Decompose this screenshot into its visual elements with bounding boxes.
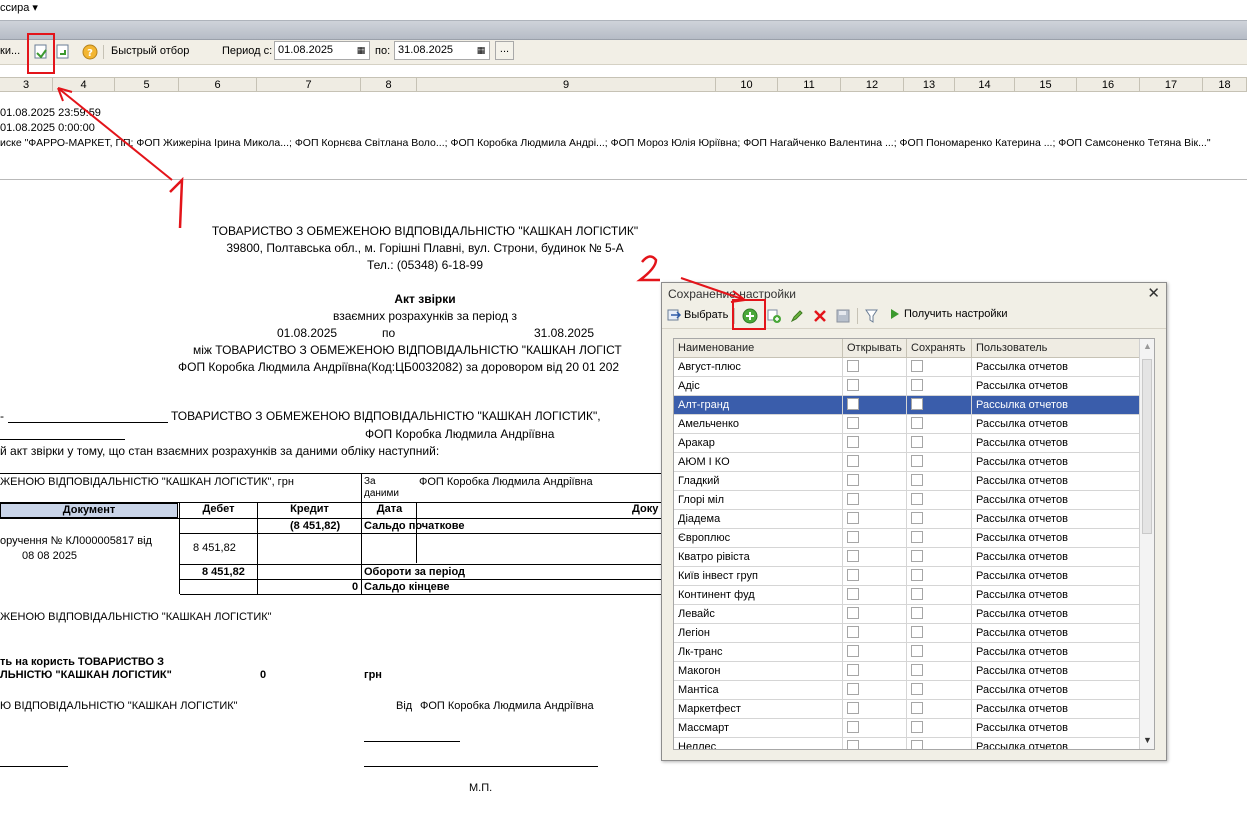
- annotation-arrows: [57, 87, 746, 303]
- arrow-number-1: [169, 176, 184, 229]
- arrow-number-2: [636, 255, 660, 282]
